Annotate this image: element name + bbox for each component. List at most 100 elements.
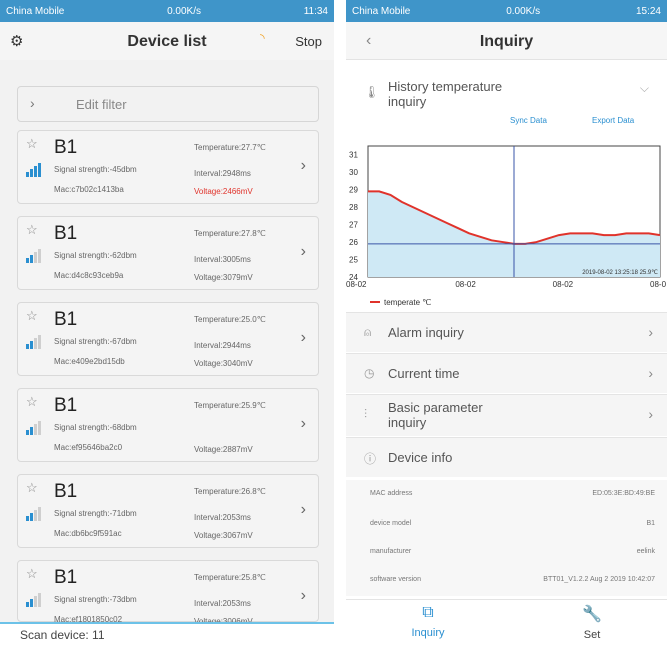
signal-bar — [38, 163, 41, 177]
interval: Interval:2948ms — [194, 169, 251, 178]
signal-strength: Signal strength:-45dbm — [54, 165, 137, 174]
device-name: B1 — [54, 481, 78, 502]
page-title: Device list — [127, 33, 207, 50]
device-info-label: Device info — [388, 450, 453, 465]
device-card[interactable]: ☆ B1 Signal strength:-62dbm Mac:d4c8c93ceb9… — [17, 216, 319, 290]
sliders-icon: ⫶ — [364, 407, 368, 421]
signal-strength: Signal strength:-73dbm — [54, 595, 137, 604]
interval: Interval:3005ms — [194, 255, 251, 264]
signal-icon — [26, 505, 44, 521]
temperature: Temperature:27.7℃ — [194, 143, 266, 152]
signal-icon — [26, 333, 44, 349]
device-name: B1 — [54, 567, 78, 588]
signal-bar — [26, 344, 29, 349]
alarm-inquiry-row[interactable]: ⍝ Alarm inquiry › — [346, 312, 667, 352]
crosshair-label: 2019-08-02 13:25:18 25.9℃ — [582, 270, 658, 276]
star-icon[interactable]: ☆ — [26, 136, 38, 152]
sync-data-link[interactable]: Sync Data — [510, 116, 547, 125]
chevron-right-icon: › — [300, 329, 306, 346]
signal-bar — [34, 252, 37, 263]
device-card[interactable]: ☆ B1 Signal strength:-73dbm Mac:ef1801850c0… — [17, 560, 319, 626]
status-bar: China Mobile 0.00K/s 11:34 — [0, 0, 334, 22]
mac-address: Mac:c7b02c1413ba — [54, 185, 124, 194]
signal-strength: Signal strength:-71dbm — [54, 509, 137, 518]
bell-icon: ⍝ — [364, 325, 372, 339]
star-icon[interactable]: ☆ — [26, 222, 38, 238]
device-name: B1 — [54, 223, 78, 244]
device-list-screen: China Mobile 0.00K/s 11:34 ⚙ Device list… — [0, 0, 334, 648]
y-tick-label: 30 — [349, 168, 358, 177]
star-icon[interactable]: ☆ — [26, 394, 38, 410]
signal-bar — [26, 602, 29, 607]
inquiry-icon: ⧉ — [422, 604, 434, 621]
tab-inquiry-label: Inquiry — [411, 627, 445, 639]
edit-filter-label: Edit filter — [76, 97, 127, 112]
y-tick-label: 28 — [349, 203, 358, 212]
thermometer-icon: 🌡 — [364, 85, 380, 99]
chevron-right-icon: › — [300, 243, 306, 260]
status-bar: China Mobile 0.00K/s 15:24 — [346, 0, 667, 22]
interval: Interval:2053ms — [194, 599, 251, 608]
device-card[interactable]: ☆ B1 Signal strength:-45dbm Mac:c7b02c1413b… — [17, 130, 319, 204]
signal-bar — [34, 510, 37, 521]
signal-bar — [26, 258, 29, 263]
signal-icon — [26, 419, 44, 435]
x-tick-label: 08-02 — [553, 280, 574, 289]
current-time-row[interactable]: ◷ Current time › — [346, 353, 667, 393]
star-icon[interactable]: ☆ — [26, 480, 38, 496]
signal-bar — [34, 596, 37, 607]
chevron-down-icon[interactable]: ⌵ — [640, 81, 649, 96]
device-info-item: manufacturer eelink — [346, 538, 667, 568]
signal-bar — [38, 249, 41, 263]
voltage: Voltage:2466mV — [194, 187, 253, 196]
edit-filter-button[interactable]: › Edit filter — [17, 86, 319, 122]
signal-bar — [34, 166, 37, 177]
clock-icon: ◷ — [364, 366, 375, 380]
signal-strength: Signal strength:-68dbm — [54, 423, 137, 432]
voltage: Voltage:2887mV — [194, 445, 253, 454]
tab-set[interactable]: 🔧 Set — [532, 604, 652, 641]
y-tick-label: 27 — [349, 221, 358, 230]
signal-bar — [30, 599, 33, 607]
device-card[interactable]: ☆ B1 Signal strength:-71dbm Mac:db6bc9f591a… — [17, 474, 319, 548]
stop-button[interactable]: Stop — [295, 34, 322, 49]
wrench-icon: 🔧 — [582, 606, 602, 623]
device-info-item: MAC address ED:05:3E:BD:49:BE — [346, 480, 667, 510]
network-speed: 0.00K/s — [506, 5, 541, 17]
star-icon[interactable]: ☆ — [26, 308, 38, 324]
signal-bar — [38, 421, 41, 435]
device-card[interactable]: ☆ B1 Signal strength:-67dbm Mac:e409e2bd15d… — [17, 302, 319, 376]
temperature: Temperature:25.0℃ — [194, 315, 266, 324]
signal-bar — [30, 341, 33, 349]
chevron-right-icon: › — [30, 95, 35, 111]
mac-address: Mac:ef95646ba2c0 — [54, 443, 123, 452]
signal-bar — [26, 430, 29, 435]
basic-parameter-row[interactable]: ⫶ Basic parameter inquiry › — [346, 394, 667, 436]
basic-parameter-label: Basic parameter inquiry — [388, 400, 483, 430]
export-data-link[interactable]: Export Data — [592, 116, 634, 125]
chevron-right-icon: › — [300, 587, 306, 604]
tab-bar: ⧉ Inquiry 🔧 Set — [346, 599, 667, 648]
temperature: Temperature:26.8℃ — [194, 487, 266, 496]
tab-inquiry[interactable]: ⧉ Inquiry — [368, 604, 488, 639]
signal-strength: Signal strength:-62dbm — [54, 251, 137, 260]
signal-bar — [30, 513, 33, 521]
voltage: Voltage:3079mV — [194, 273, 253, 282]
info-key: MAC address — [370, 490, 413, 497]
app-header: ⚙ Device list ◝ Stop — [0, 22, 334, 60]
device-card[interactable]: ☆ B1 Signal strength:-68dbm Mac:ef95646ba2c… — [17, 388, 319, 462]
device-name: B1 — [54, 137, 78, 158]
chevron-right-icon: › — [300, 157, 306, 174]
carrier-text: China Mobile — [6, 5, 65, 17]
chevron-right-icon: › — [300, 415, 306, 432]
signal-bar — [30, 255, 33, 263]
info-key: device model — [370, 520, 412, 527]
y-tick-label: 25 — [349, 256, 358, 265]
legend-label: temperate ℃ — [384, 298, 431, 307]
temperature-chart-svg: 242526272829303108-02 08-02 08-02 08-02019-… — [346, 145, 667, 307]
star-icon[interactable]: ☆ — [26, 566, 38, 582]
history-temperature-section[interactable]: 🌡 History temperature inquiry ⌵ Sync Dat… — [346, 75, 667, 139]
device-info-item: software version BTT01_V1.2.2 Aug 2 2019 … — [346, 566, 667, 596]
temperature-chart[interactable]: 24 25 26 27 28 29 30 31 08-02 08-02 08-02 08-0 2019-… — [346, 140, 667, 312]
device-info-row[interactable]: ⓘ Device info — [346, 437, 667, 477]
